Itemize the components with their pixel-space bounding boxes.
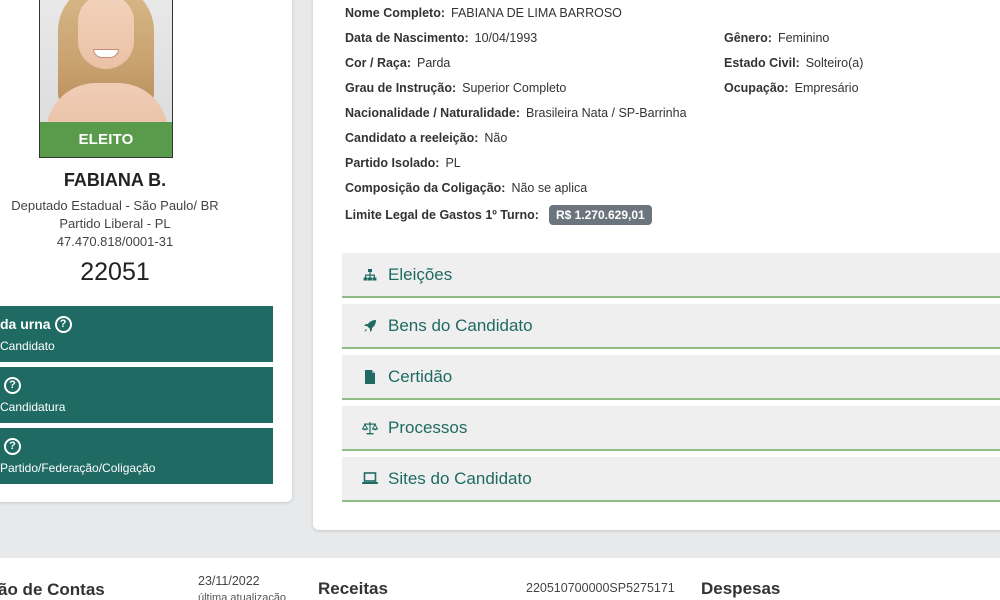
elected-badge: ELEITO [40, 122, 172, 157]
accordion-label: Bens do Candidato [388, 315, 533, 335]
side-button-subtitle: Candidato [0, 339, 55, 353]
help-icon[interactable]: ? [4, 376, 21, 394]
full-name-label: Nome Completo: [345, 6, 445, 20]
spending-limit-label: Limite Legal de Gastos 1º Turno: [345, 208, 539, 222]
coalition-row: Composição da Coligação: Não se aplica [345, 181, 587, 195]
party-federation-button[interactable]: ? Partido/Federação/Coligação [0, 428, 273, 484]
accordion-sites[interactable]: Sites do Candidato [342, 457, 1000, 502]
candidate-card: ELEITO FABIANA B. Deputado Estadual - Sã… [0, 0, 292, 502]
candidate-name: FABIANA B. [63, 170, 167, 190]
candidate-number: 22051 [80, 258, 150, 286]
scale-icon [362, 420, 378, 436]
marital-row: Estado Civil: Solteiro(a) [724, 56, 863, 70]
nationality-row: Nacionalidade / Naturalidade: Brasileira … [345, 106, 687, 120]
gender-value: Feminino [777, 31, 830, 45]
accounts-section: ão de Contas 23/11/2022 última atualizaç… [0, 558, 1000, 600]
reelection-row: Candidato a reeleição: Não [345, 131, 507, 145]
education-row: Grau de Instrução: Superior Completo [345, 81, 566, 95]
accordion-processos[interactable]: Processos [342, 406, 1000, 451]
coalition-value: Não se aplica [511, 181, 588, 195]
laptop-icon [362, 471, 378, 487]
education-value: Superior Completo [462, 81, 567, 95]
last-update-date: 23/11/2022 [198, 574, 260, 588]
nationality-value: Brasileira Nata / SP-Barrinha [526, 106, 687, 120]
last-update-caption: última atualização [198, 592, 287, 600]
side-button-subtitle: Candidatura [0, 400, 66, 414]
ballot-name-button[interactable]: da urna ? Candidato [0, 306, 273, 362]
party-row: Partido Isolado: PL [345, 156, 461, 170]
rocket-icon [362, 318, 378, 334]
occupation-row: Ocupação: Empresário [724, 81, 859, 95]
race-value: Parda [417, 56, 451, 70]
gender-row: Gênero: Feminino [724, 31, 829, 45]
race-label: Cor / Raça: [345, 56, 411, 70]
accordion-label: Certidão [388, 366, 453, 386]
reelection-value: Não [484, 131, 508, 145]
receipt-id: 220510700000SP5275171 [526, 581, 675, 595]
birth-date-label: Data de Nascimento: [345, 31, 469, 45]
marital-value: Solteiro(a) [805, 56, 864, 70]
occupation-label: Ocupação: [724, 81, 789, 95]
help-icon[interactable]: ? [54, 315, 72, 333]
sitemap-icon [362, 267, 378, 283]
accordion-eleicoes[interactable]: Eleições [342, 253, 1000, 298]
reelection-label: Candidato a reeleição: [345, 131, 479, 145]
expenses-title: Despesas [701, 579, 781, 598]
birth-date-value: 10/04/1993 [474, 31, 538, 45]
occupation-value: Empresário [794, 81, 859, 95]
accordion-certidao[interactable]: Certidão [342, 355, 1000, 400]
nationality-label: Nacionalidade / Naturalidade: [345, 106, 521, 120]
spending-limit-badge: R$ 1.270.629,01 [548, 205, 652, 225]
full-name-row: Nome Completo: FABIANA DE LIMA BARROSO [345, 6, 622, 20]
accounts-title: ão de Contas [0, 580, 105, 599]
accordion-label: Processos [388, 417, 468, 437]
birth-date-row: Data de Nascimento: 10/04/1993 [345, 31, 537, 45]
party-value: PL [445, 156, 461, 170]
file-icon [362, 369, 378, 385]
candidate-party: Partido Liberal - PL [59, 216, 171, 231]
full-name-value: FABIANA DE LIMA BARROSO [451, 6, 622, 20]
candidate-office: Deputado Estadual - São Paulo/ BR [11, 198, 219, 213]
receipts-title: Receitas [318, 579, 388, 598]
candidacy-button[interactable]: ? Candidatura [0, 367, 273, 423]
help-icon[interactable]: ? [4, 437, 21, 455]
race-row: Cor / Raça: Parda [345, 56, 450, 70]
gender-label: Gênero: [724, 31, 772, 45]
accordion-label: Sites do Candidato [388, 468, 532, 488]
candidate-cnpj: 47.470.818/0001-31 [56, 234, 174, 249]
side-button-title: da urna [0, 316, 51, 332]
spending-limit-row: Limite Legal de Gastos 1º Turno: R$ 1.270… [345, 205, 652, 225]
coalition-label: Composição da Coligação: [345, 181, 506, 195]
marital-label: Estado Civil: [724, 56, 800, 70]
candidate-photo: ELEITO [39, 0, 173, 158]
party-label: Partido Isolado: [345, 156, 440, 170]
page: ELEITO FABIANA B. Deputado Estadual - Sã… [0, 0, 1000, 600]
accordion-bens[interactable]: Bens do Candidato [342, 304, 1000, 349]
education-label: Grau de Instrução: [345, 81, 457, 95]
side-button-subtitle: Partido/Federação/Coligação [0, 461, 156, 475]
accordion-label: Eleições [388, 264, 453, 284]
